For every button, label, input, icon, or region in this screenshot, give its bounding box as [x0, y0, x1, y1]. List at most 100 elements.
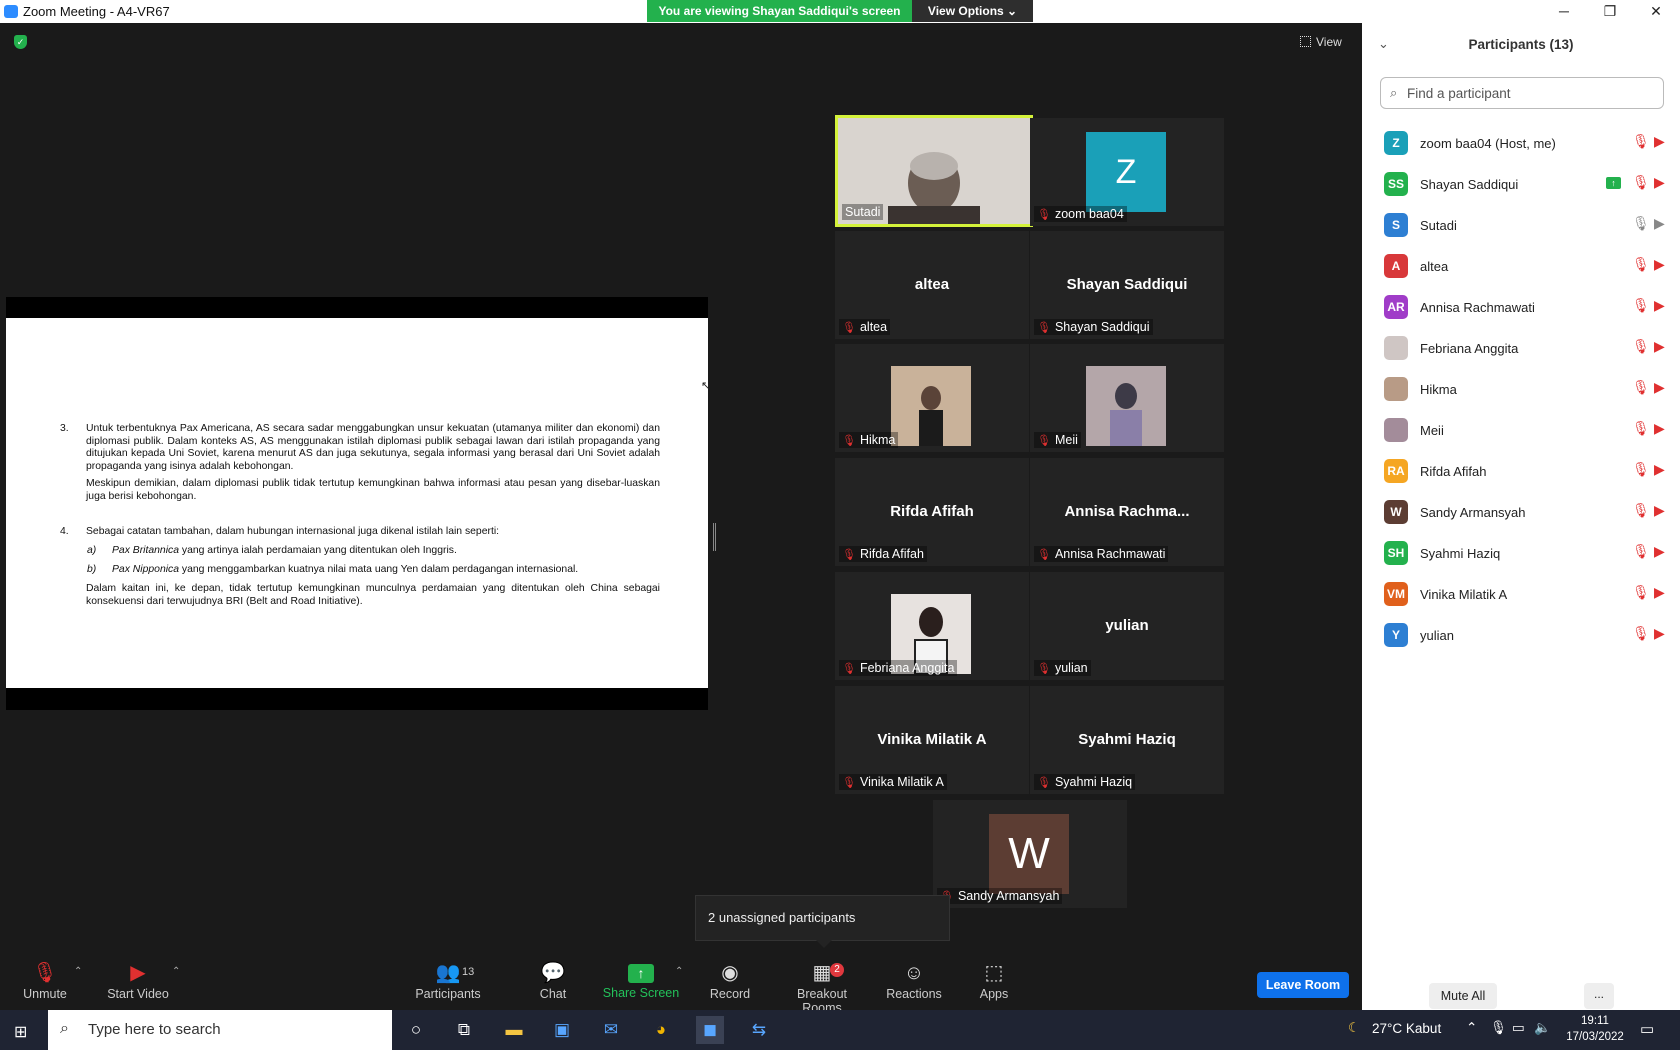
- zoom-taskbar-icon[interactable]: ◼: [696, 1016, 724, 1044]
- view-options-button[interactable]: View Options ⌄: [912, 0, 1033, 22]
- video-off-icon[interactable]: ▶: [1654, 133, 1665, 150]
- maximize-button[interactable]: ❐: [1587, 0, 1633, 22]
- taskbar-clock[interactable]: 19:11 17/03/2022: [1555, 1013, 1635, 1045]
- video-tile-zoom-baa04[interactable]: Z 🎙 zoom baa04: [1030, 118, 1224, 226]
- video-off-icon[interactable]: ▶: [1654, 625, 1665, 642]
- video-tile-altea[interactable]: altea 🎙 altea: [835, 231, 1029, 339]
- video-tile-syahmi[interactable]: Syahmi Haziq 🎙 Syahmi Haziq: [1030, 686, 1224, 794]
- file-explorer-icon[interactable]: ▬: [500, 1016, 528, 1044]
- mic-muted-icon[interactable]: 🎙: [1632, 543, 1650, 560]
- video-off-icon[interactable]: ▶: [1654, 502, 1665, 519]
- participant-row[interactable]: SH Syahmi Haziq 🎙 ▶: [1362, 533, 1680, 574]
- start-video-button[interactable]: ▶ Start Video ⌃: [104, 960, 180, 1001]
- participant-row[interactable]: Aaltea 🎙 ▶: [1362, 246, 1680, 287]
- video-off-icon[interactable]: ▶: [1654, 461, 1665, 478]
- participant-row[interactable]: VM Vinika Milatik A 🎙 ▶: [1362, 574, 1680, 615]
- participants-button[interactable]: 👥 Participants 13: [414, 960, 482, 1001]
- video-tile-sandy[interactable]: W 🎙Sandy Armansyah: [933, 800, 1127, 908]
- tile-label-wrap: 🎙 altea: [839, 319, 891, 335]
- participant-row[interactable]: S Sutadi 🎙 ▶: [1362, 205, 1680, 246]
- notifications-icon[interactable]: ▭: [1640, 1020, 1654, 1038]
- participant-row[interactable]: Yyulian 🎙 ▶: [1362, 615, 1680, 656]
- video-tile-vinika[interactable]: Vinika Milatik A 🎙 Vinika Milatik A: [835, 686, 1029, 794]
- volume-icon[interactable]: 🔈: [1534, 1020, 1551, 1036]
- mic-muted-icon[interactable]: 🎙: [1632, 256, 1650, 273]
- video-off-icon[interactable]: ▶: [1654, 584, 1665, 601]
- video-tile-rifda[interactable]: Rifda Afifah 🎙 Rifda Afifah: [835, 458, 1029, 566]
- leave-room-button[interactable]: Leave Room: [1257, 972, 1349, 998]
- record-button[interactable]: ◉ Record: [707, 960, 753, 1001]
- chat-button[interactable]: 💬 Chat: [533, 960, 573, 1001]
- minimize-button[interactable]: ─: [1541, 0, 1587, 22]
- mic-icon[interactable]: 🎙: [1632, 215, 1650, 232]
- video-off-icon[interactable]: ▶: [1654, 338, 1665, 355]
- shared-document: 3. Untuk terbentuknya Pax Americana, AS …: [6, 318, 708, 688]
- mic-muted-icon[interactable]: 🎙: [1632, 502, 1650, 519]
- video-off-icon[interactable]: ▶: [1654, 543, 1665, 560]
- breakout-rooms-button[interactable]: ▦ Breakout Rooms 2: [776, 960, 868, 1015]
- video-tile-shayan[interactable]: Shayan Saddiqui 🎙 Shayan Saddiqui: [1030, 231, 1224, 339]
- mic-muted-icon[interactable]: 🎙: [1632, 338, 1650, 355]
- video-off-icon[interactable]: ▶: [1654, 379, 1665, 396]
- microphone-icon[interactable]: 🎙: [1490, 1020, 1507, 1036]
- unmute-button[interactable]: 🎙 Unmute ⌃: [18, 960, 82, 1001]
- video-tile-sutadi[interactable]: Sutadi: [835, 115, 1033, 227]
- tile-label: zoom baa04: [1054, 207, 1124, 221]
- network-icon[interactable]: ▭: [1512, 1020, 1525, 1036]
- chrome-icon[interactable]: ◕: [647, 1016, 675, 1044]
- video-tile-yulian[interactable]: yulian 🎙 yulian: [1030, 572, 1224, 680]
- participant-row[interactable]: Febriana Anggita 🎙 ▶: [1362, 328, 1680, 369]
- teamviewer-icon[interactable]: ⇆: [745, 1016, 773, 1044]
- avatar: A: [1384, 254, 1408, 278]
- participant-row[interactable]: Meii 🎙 ▶: [1362, 410, 1680, 451]
- reactions-button[interactable]: ☺ Reactions: [886, 960, 942, 1001]
- more-options-button[interactable]: ...: [1584, 983, 1614, 1009]
- video-off-icon[interactable]: ▶: [1654, 256, 1665, 273]
- video-tile-meii[interactable]: 🎙 Meii: [1030, 344, 1224, 452]
- mic-muted-icon[interactable]: 🎙: [1632, 625, 1650, 642]
- task-view-icon[interactable]: ⧉: [450, 1016, 478, 1044]
- participant-row[interactable]: RA Rifda Afifah 🎙 ▶: [1362, 451, 1680, 492]
- video-off-icon[interactable]: ▶: [1654, 420, 1665, 437]
- participant-search[interactable]: ⌕: [1380, 77, 1664, 109]
- mic-muted-icon[interactable]: 🎙: [1632, 174, 1650, 191]
- meii-profile-photo: [1086, 366, 1166, 446]
- chevron-up-icon[interactable]: ⌃: [74, 966, 82, 977]
- mic-muted-icon[interactable]: 🎙: [1632, 584, 1650, 601]
- mic-muted-icon[interactable]: 🎙: [1632, 420, 1650, 437]
- mic-muted-icon[interactable]: 🎙: [1632, 297, 1650, 314]
- mic-muted-icon[interactable]: 🎙: [1632, 379, 1650, 396]
- video-tile-hikma[interactable]: 🎙 Hikma: [835, 344, 1029, 452]
- windows-start-icon[interactable]: ⊞: [14, 1022, 27, 1042]
- video-tile-annisa[interactable]: Annisa Rachma... 🎙 Annisa Rachmawati: [1030, 458, 1224, 566]
- mail-icon[interactable]: ✉: [597, 1016, 625, 1044]
- close-button[interactable]: ✕: [1633, 0, 1679, 22]
- search-input[interactable]: [1407, 82, 1657, 104]
- participant-row[interactable]: AR Annisa Rachmawati 🎙 ▶: [1362, 287, 1680, 328]
- video-off-icon[interactable]: ▶: [1654, 297, 1665, 314]
- apps-button[interactable]: ⬚ Apps: [976, 960, 1012, 1001]
- video-off-icon[interactable]: ▶: [1654, 174, 1665, 191]
- mute-all-button[interactable]: Mute All: [1429, 983, 1497, 1009]
- participant-row[interactable]: W Sandy Armansyah 🎙 ▶: [1362, 492, 1680, 533]
- chevron-up-icon[interactable]: ⌃: [172, 966, 180, 977]
- participant-row[interactable]: SS Shayan Saddiqui ↑ 🎙 ▶: [1362, 164, 1680, 205]
- avatar: RA: [1384, 459, 1408, 483]
- video-icon[interactable]: ▶: [1654, 215, 1665, 232]
- participant-row[interactable]: Zzoom baa04 (Host, me) 🎙 ▶: [1362, 123, 1680, 164]
- participant-row[interactable]: Hikma 🎙 ▶: [1362, 369, 1680, 410]
- avatar: Y: [1384, 623, 1408, 647]
- view-layout-button[interactable]: View: [1300, 35, 1342, 49]
- encryption-shield-icon[interactable]: ✓: [14, 35, 27, 49]
- chevron-up-icon[interactable]: ⌃: [675, 966, 683, 977]
- cortana-icon[interactable]: ○: [402, 1016, 430, 1044]
- panel-splitter[interactable]: [713, 523, 716, 551]
- chevron-up-icon[interactable]: ⌃: [1466, 1020, 1477, 1036]
- store-icon[interactable]: ▣: [548, 1016, 576, 1044]
- taskbar-search[interactable]: ⌕ Type here to search: [48, 1010, 392, 1050]
- video-tile-febriana[interactable]: 🎙 Febriana Anggita: [835, 572, 1029, 680]
- mic-muted-icon[interactable]: 🎙: [1632, 461, 1650, 478]
- share-screen-button[interactable]: ↑ Share Screen ⌃: [601, 960, 683, 1000]
- shared-screen[interactable]: 3. Untuk terbentuknya Pax Americana, AS …: [6, 297, 708, 710]
- mic-muted-icon[interactable]: 🎙: [1632, 133, 1650, 150]
